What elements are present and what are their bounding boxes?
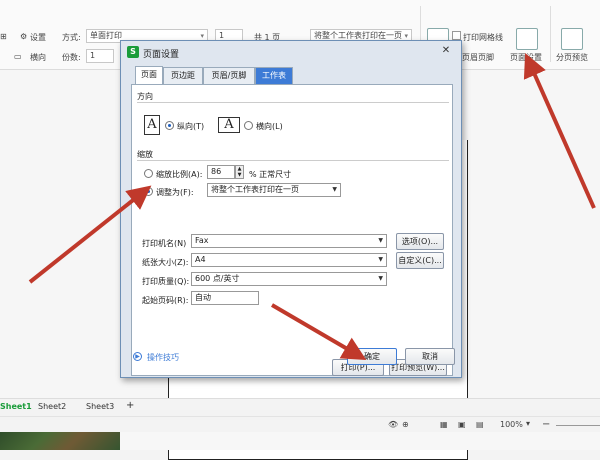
tab-page[interactable]: 页面 — [135, 66, 163, 85]
fit-to-radio[interactable] — [144, 187, 153, 196]
zoom-out-button[interactable]: − — [542, 419, 550, 430]
zoom-slider[interactable] — [556, 425, 600, 426]
page-layout-view-icon[interactable]: ▣ — [458, 420, 466, 429]
chevron-down-icon: ▼ — [378, 237, 383, 244]
page-tab-panel: 方向 A 纵向(T) A 横向(L) 缩放 缩放比例(A): 86 ▲ ▼ % 正… — [131, 84, 453, 376]
first-page-input[interactable]: 自动 — [191, 291, 259, 305]
paper-size-value: A4 — [195, 255, 206, 264]
copies-input[interactable]: 1 — [86, 49, 114, 63]
landscape-icon[interactable]: ▭ — [14, 52, 22, 61]
zoom-dropdown-icon[interactable]: ▾ — [526, 419, 530, 428]
freeze-icon[interactable]: ⊕ — [402, 420, 409, 429]
sheet-tab-3[interactable]: Sheet3 — [86, 402, 114, 411]
printer-name-select[interactable]: Fax ▼ — [191, 234, 387, 248]
gridlines-checkbox[interactable] — [452, 31, 461, 40]
dialog-titlebar[interactable]: S 页面设置 ✕ — [121, 41, 461, 63]
header-footer-label[interactable]: 页眉页脚 — [462, 52, 494, 63]
bottom-strip — [120, 432, 600, 450]
fit-select-value: 将整个工作表打印在一页 — [314, 31, 402, 40]
ribbon-settings-label[interactable]: 设置 — [30, 32, 46, 43]
options-button[interactable]: 选项(O)... — [396, 233, 444, 250]
scale-ratio-label[interactable]: 缩放比例(A): — [156, 169, 202, 180]
landscape-radio[interactable] — [244, 121, 253, 130]
page-setup-icon[interactable] — [516, 28, 538, 50]
printer-name-label: 打印机名(N) — [142, 239, 187, 248]
ribbon-landscape-label[interactable]: 横向 — [30, 52, 46, 63]
page-from-value: 1 — [219, 31, 225, 40]
scale-ratio-input[interactable]: 86 — [207, 165, 235, 179]
wps-logo-icon: S — [127, 46, 139, 58]
printer-name-value: Fax — [195, 236, 209, 245]
sheet-tab-2[interactable]: Sheet2 — [38, 402, 66, 411]
close-button[interactable]: ✕ — [437, 45, 455, 59]
mode-label: 方式: — [62, 33, 81, 42]
eye-icon[interactable]: 👁 — [388, 420, 398, 429]
section-divider — [137, 160, 449, 161]
portrait-label[interactable]: 纵向(T) — [177, 121, 204, 132]
ribbon-left-edge-icon[interactable]: ⊞ — [0, 32, 7, 41]
ok-button[interactable]: 确定 — [347, 348, 397, 365]
ribbon-separator — [550, 6, 551, 62]
tab-sheet[interactable]: 工作表 — [255, 67, 293, 84]
print-mode-value: 单面打印 — [90, 31, 122, 40]
orientation-section-label: 方向 — [137, 92, 153, 101]
sheet-tab-1[interactable]: Sheet1 — [0, 402, 32, 411]
print-quality-label: 打印质量(Q): — [142, 277, 190, 286]
zoom-level[interactable]: 100% — [500, 420, 523, 429]
tab-margins[interactable]: 页边距 — [163, 67, 203, 84]
chevron-down-icon: ▼ — [332, 186, 337, 193]
scale-suffix: % 正常尺寸 — [249, 170, 292, 179]
print-quality-value: 600 点/英寸 — [195, 274, 240, 283]
chevron-down-icon: ▼ — [378, 275, 383, 282]
scaling-section-label: 缩放 — [137, 150, 153, 159]
copies-label: 份数: — [62, 53, 81, 62]
page-break-view-icon[interactable]: ▤ — [476, 420, 484, 429]
cancel-button[interactable]: 取消 — [405, 348, 455, 365]
page-setup-dialog: S 页面设置 ✕ 页面 页边距 页眉/页脚 工作表 方向 A 纵向(T) A 横… — [120, 40, 462, 378]
scale-spinner[interactable]: ▲ ▼ — [235, 165, 244, 179]
chevron-down-icon: ▼ — [378, 256, 383, 263]
tips-link[interactable]: 操作技巧 — [147, 352, 179, 363]
custom-size-button[interactable]: 自定义(C)... — [396, 252, 444, 269]
print-quality-select[interactable]: 600 点/英寸 ▼ — [191, 272, 387, 286]
paper-size-select[interactable]: A4 ▼ — [191, 253, 387, 267]
background-image-thumbnail — [0, 432, 120, 450]
scale-ratio-radio[interactable] — [144, 169, 153, 178]
portrait-icon: A — [144, 115, 160, 135]
first-page-label: 起始页码(R): — [142, 296, 189, 305]
tips-play-icon[interactable]: ▶ — [133, 352, 142, 361]
status-bar: 👁 ⊕ ▦ ▣ ▤ 100% ▾ − — [0, 416, 600, 432]
settings-gear-icon[interactable]: ⚙ — [20, 32, 27, 41]
page-break-label[interactable]: 分页预览 — [556, 52, 588, 63]
fit-to-label[interactable]: 调整为(F): — [156, 187, 194, 198]
add-sheet-button[interactable]: + — [126, 400, 134, 411]
copies-value: 1 — [90, 51, 96, 60]
sheet-tab-bar: Sheet1 Sheet2 Sheet3 + — [0, 398, 600, 416]
page-break-preview-icon[interactable] — [561, 28, 583, 50]
tab-header-footer[interactable]: 页眉/页脚 — [203, 67, 255, 84]
landscape-orientation-icon: A — [218, 117, 240, 133]
section-divider — [137, 102, 449, 103]
landscape-label[interactable]: 横向(L) — [256, 121, 283, 132]
portrait-radio[interactable] — [165, 121, 174, 130]
fit-to-value: 将整个工作表打印在一页 — [211, 185, 299, 194]
page-setup-label[interactable]: 页面设置 — [510, 52, 542, 63]
fit-to-select[interactable]: 将整个工作表打印在一页 ▼ — [207, 183, 341, 197]
gridlines-label: 打印网格线 — [463, 33, 503, 42]
paper-size-label: 纸张大小(Z): — [142, 258, 189, 267]
dialog-title: 页面设置 — [143, 50, 180, 60]
normal-view-icon[interactable]: ▦ — [440, 420, 448, 429]
